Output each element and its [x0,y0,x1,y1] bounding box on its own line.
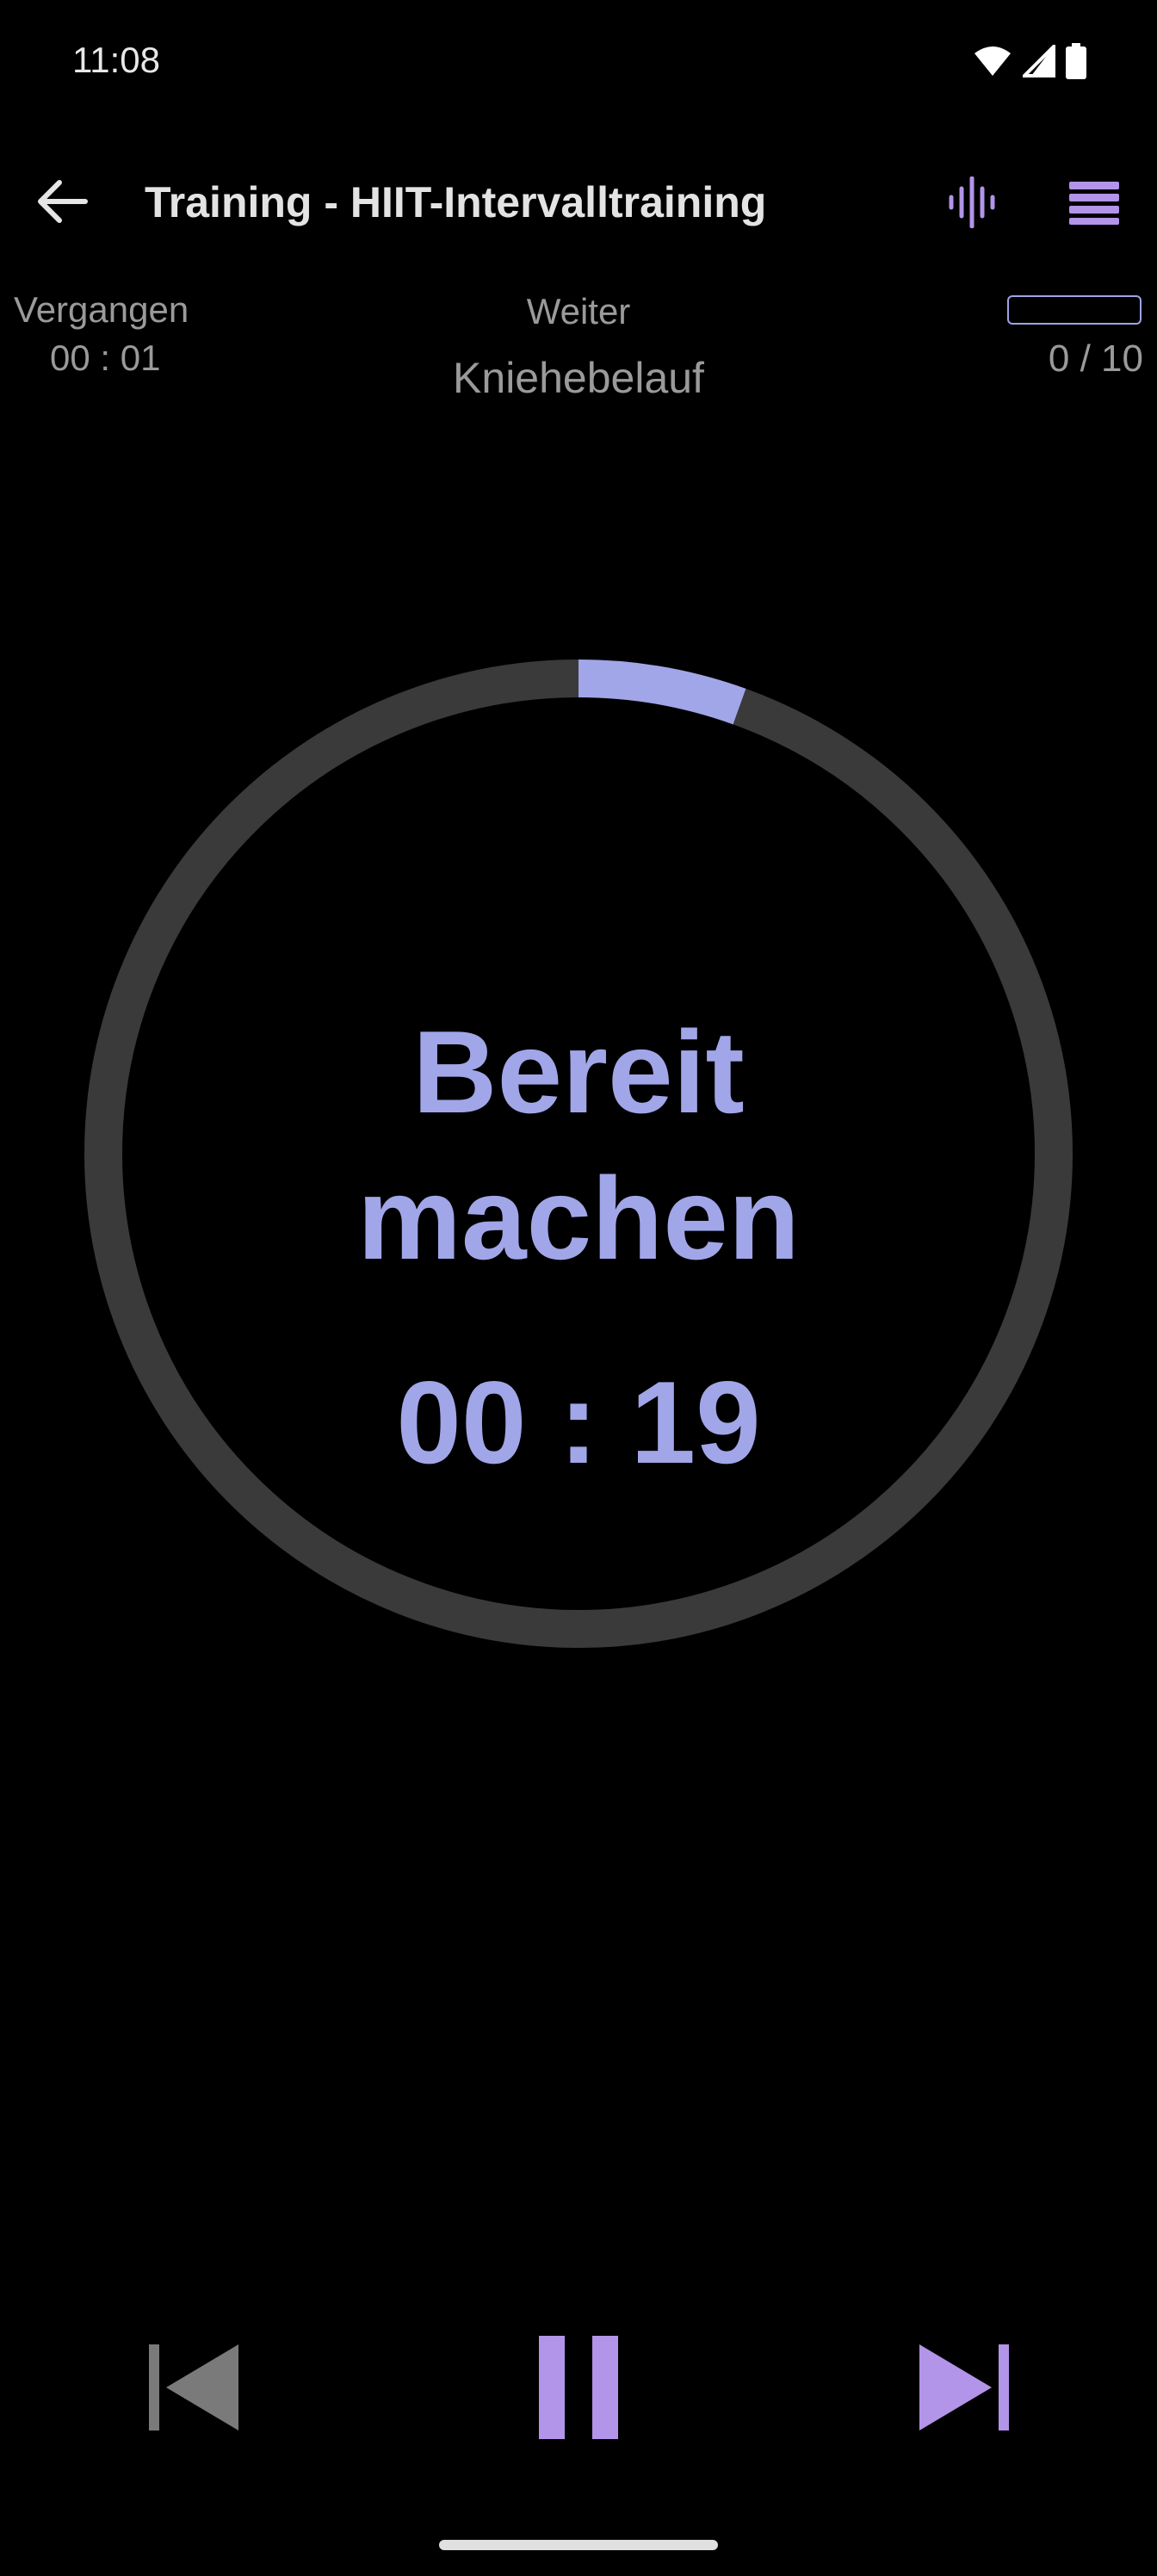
wifi-icon [973,45,1012,82]
status-bar: 11:08 [0,0,1157,129]
home-indicator[interactable] [439,2540,718,2550]
previous-exercise-button[interactable] [133,2333,254,2445]
next-exercise-name: Kniehebelauf [453,354,704,402]
pause-icon [539,2335,618,2443]
next-exercise-button[interactable] [904,2333,1024,2445]
app-bar: Training - HIIT-Intervalltraining [0,155,1157,250]
skip-next-icon [919,2343,1009,2437]
arrow-back-icon [35,179,89,228]
exercise-list-button[interactable] [1061,170,1128,238]
workout-progress-bar [1007,295,1142,325]
workout-screen: 11:08 Training - HIIT-Intervalltraining … [0,0,1157,2576]
status-time: 11:08 [72,40,160,80]
status-icons [973,42,1086,84]
back-button[interactable] [31,172,93,234]
voice-button[interactable] [938,170,1005,238]
countdown-timer: 00 : 19 [396,1357,761,1488]
phase-label: Bereit machen [0,999,1157,1291]
pause-button[interactable] [518,2333,639,2445]
cellular-signal-icon [1020,42,1055,82]
phase-label-text: Bereit machen [357,1006,800,1284]
list-menu-icon [1069,180,1119,229]
skip-previous-icon [149,2343,238,2437]
page-title: Training - HIIT-Intervalltraining [145,178,767,226]
voice-waveform-icon [946,176,998,232]
exercise-counter: 0 / 10 [1048,337,1143,380]
battery-icon [1066,43,1086,84]
next-exercise-label: Weiter [526,291,631,331]
